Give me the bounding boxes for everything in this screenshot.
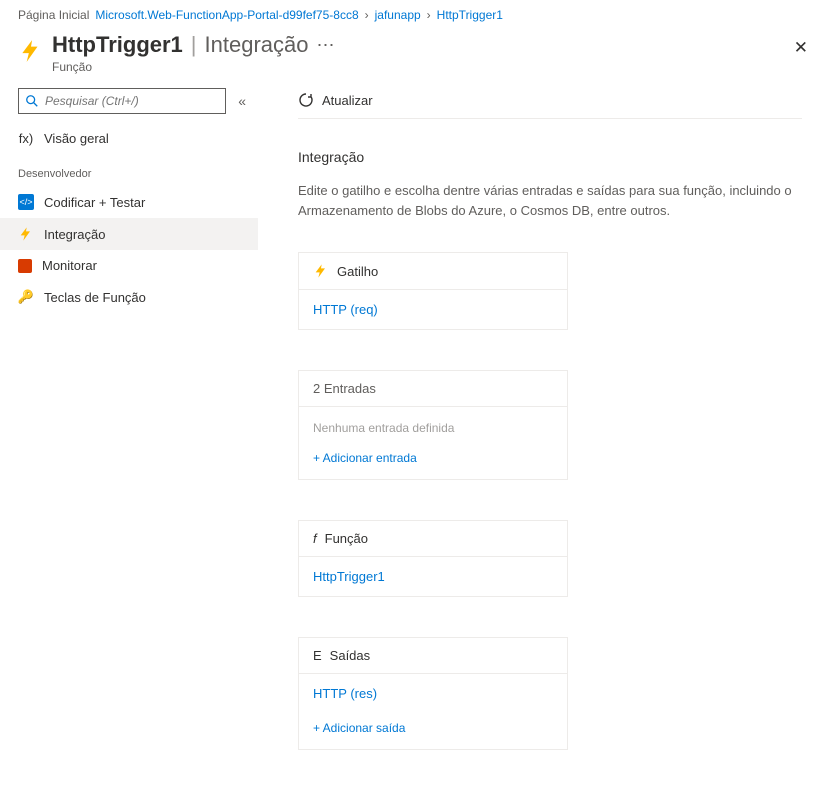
nav-label: Integração (44, 227, 105, 242)
nav-keys[interactable]: 🔑 Teclas de Função (0, 281, 258, 313)
breadcrumb-item[interactable]: jafunapp (375, 8, 421, 22)
nav-integration[interactable]: Integração (0, 218, 258, 250)
outputs-card: E Saídas HTTP (res) + Adicionar saída (298, 637, 568, 750)
title-separator: | (191, 32, 197, 58)
function-link[interactable]: HttpTrigger1 (299, 557, 567, 596)
nav-code-test[interactable]: </> Codificar + Testar (0, 186, 258, 218)
nav-label: Visão geral (44, 131, 109, 146)
breadcrumb-item[interactable]: HttpTrigger1 (437, 8, 503, 22)
chevron-right-icon: › (365, 8, 369, 22)
content-heading: Integração (298, 149, 802, 165)
function-card: f Função HttpTrigger1 (298, 520, 568, 597)
close-icon[interactable]: ✕ (794, 38, 808, 58)
card-title: 2 Entradas (313, 381, 376, 396)
search-icon (25, 94, 39, 108)
more-icon[interactable]: ⋯ (316, 35, 335, 56)
nav-label: Monitorar (42, 258, 97, 273)
trigger-link[interactable]: HTTP (req) (299, 290, 567, 329)
refresh-label: Atualizar (322, 93, 373, 108)
inputs-card: 2 Entradas Nenhuma entrada definida + Ad… (298, 370, 568, 480)
page-title: HttpTrigger1 (52, 32, 183, 58)
monitor-icon (18, 259, 32, 273)
search-input[interactable] (45, 94, 219, 108)
output-prefix-icon: E (313, 648, 322, 663)
page-subtitle: Função (52, 60, 804, 74)
function-icon: fx) (18, 130, 34, 146)
nav-monitor[interactable]: Monitorar (0, 250, 258, 281)
page-header: HttpTrigger1 | Integração ⋯ Função ✕ (0, 26, 822, 84)
lightning-icon (18, 38, 44, 64)
card-title: Saídas (330, 648, 370, 663)
trigger-card: Gatilho HTTP (req) (298, 252, 568, 330)
collapse-icon[interactable]: « (238, 93, 246, 109)
nav-label: Teclas de Função (44, 290, 146, 305)
card-title: Função (325, 531, 368, 546)
refresh-button[interactable]: Atualizar (298, 92, 373, 108)
breadcrumb-item[interactable]: Microsoft.Web-FunctionApp-Portal-d99fef7… (95, 8, 358, 22)
key-icon: 🔑 (18, 289, 34, 305)
code-icon: </> (18, 194, 34, 210)
breadcrumb-home[interactable]: Página Inicial (18, 8, 89, 22)
chevron-right-icon: › (427, 8, 431, 22)
content-area: Atualizar Integração Edite o gatilho e e… (258, 84, 822, 810)
sidebar: « fx) Visão geral Desenvolvedor </> Codi… (0, 84, 258, 810)
add-input-link[interactable]: + Adicionar entrada (299, 443, 567, 479)
toolbar: Atualizar (298, 84, 802, 119)
lightning-icon (313, 263, 329, 279)
nav-label: Codificar + Testar (44, 195, 145, 210)
function-prefix-icon: f (313, 531, 317, 546)
content-description: Edite o gatilho e escolha dentre várias … (298, 181, 802, 220)
nav-section-dev: Desenvolvedor (0, 154, 258, 186)
page-section: Integração (205, 32, 309, 58)
breadcrumb: Página Inicial Microsoft.Web-FunctionApp… (0, 0, 822, 26)
refresh-icon (298, 92, 314, 108)
add-output-link[interactable]: + Adicionar saída (299, 713, 567, 749)
lightning-icon (18, 226, 34, 242)
nav-overview[interactable]: fx) Visão geral (0, 122, 258, 154)
search-box[interactable] (18, 88, 226, 114)
inputs-empty: Nenhuma entrada definida (299, 407, 567, 443)
output-link[interactable]: HTTP (res) (299, 674, 567, 713)
card-title: Gatilho (337, 264, 378, 279)
